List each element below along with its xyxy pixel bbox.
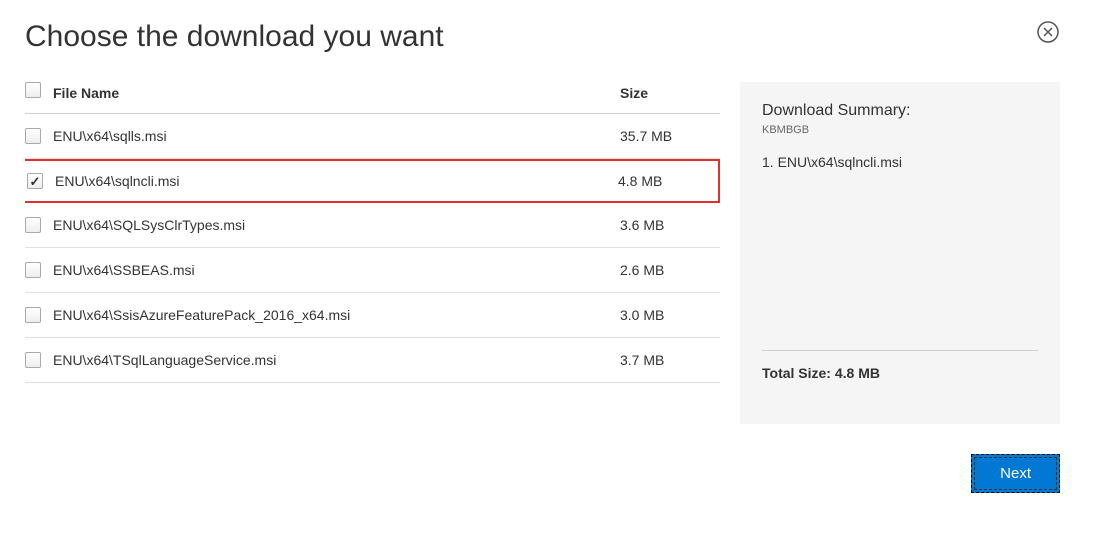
total-size: Total Size: 4.8 MB <box>762 365 1038 381</box>
file-size: 4.8 MB <box>618 173 718 189</box>
close-button[interactable] <box>1036 20 1060 44</box>
next-button[interactable]: Next <box>971 454 1060 493</box>
footer: Next <box>25 454 1060 493</box>
column-header-name: File Name <box>53 85 620 101</box>
table-header: File Name Size <box>25 82 720 114</box>
table-row: ENU\x64\TSqlLanguageService.msi3.7 MB <box>25 338 720 383</box>
select-all-checkbox[interactable] <box>25 82 41 98</box>
checkbox-cell <box>25 128 53 144</box>
close-icon <box>1036 20 1060 44</box>
checkbox-cell <box>25 307 53 323</box>
file-size: 3.0 MB <box>620 307 720 323</box>
outer-scroll-frame[interactable]: Choose the download you want File Name S… <box>0 0 1102 550</box>
file-checkbox[interactable] <box>25 307 41 323</box>
summary-unit: KBMBGB <box>762 124 1038 136</box>
table-row: ENU\x64\sqlls.msi35.7 MB <box>25 114 720 159</box>
table-row: ENU\x64\SQLSysClrTypes.msi3.6 MB <box>25 203 720 248</box>
content-row: File Name Size ENU\x64\sqlls.msi35.7 MBE… <box>25 82 1060 424</box>
file-name: ENU\x64\SSBEAS.msi <box>53 262 620 278</box>
file-name: ENU\x64\TSqlLanguageService.msi <box>53 352 620 368</box>
download-chooser-modal: Choose the download you want File Name S… <box>0 0 1085 533</box>
file-checkbox[interactable] <box>25 352 41 368</box>
table-row: ENU\x64\SSBEAS.msi2.6 MB <box>25 248 720 293</box>
page-title: Choose the download you want <box>25 20 1060 54</box>
file-name: ENU\x64\SQLSysClrTypes.msi <box>53 217 620 233</box>
file-name: ENU\x64\sqlls.msi <box>53 128 620 144</box>
file-size: 2.6 MB <box>620 262 720 278</box>
file-size: 3.6 MB <box>620 217 720 233</box>
file-checkbox[interactable] <box>25 262 41 278</box>
checkbox-cell <box>25 352 53 368</box>
summary-list: 1. ENU\x64\sqlncli.msi <box>762 154 1038 170</box>
table-row: ENU\x64\sqlncli.msi4.8 MB <box>25 159 720 203</box>
file-name: ENU\x64\SsisAzureFeaturePack_2016_x64.ms… <box>53 307 620 323</box>
column-header-size: Size <box>620 85 720 101</box>
total-label: Total Size: <box>762 365 831 381</box>
file-size: 3.7 MB <box>620 352 720 368</box>
checkbox-cell <box>25 262 53 278</box>
file-size: 35.7 MB <box>620 128 720 144</box>
file-checkbox[interactable] <box>27 173 43 189</box>
total-value: 4.8 MB <box>835 365 880 381</box>
file-checkbox[interactable] <box>25 217 41 233</box>
checkbox-cell <box>27 173 55 189</box>
summary-title: Download Summary: <box>762 102 1038 120</box>
file-checkbox[interactable] <box>25 128 41 144</box>
checkbox-cell <box>25 217 53 233</box>
divider <box>762 350 1038 351</box>
summary-item: 1. ENU\x64\sqlncli.msi <box>762 154 1038 170</box>
file-list-scroll[interactable]: ENU\x64\sqlls.msi35.7 MBENU\x64\sqlncli.… <box>25 114 720 424</box>
summary-panel: Download Summary: KBMBGB 1. ENU\x64\sqln… <box>740 82 1060 424</box>
file-name: ENU\x64\sqlncli.msi <box>55 173 618 189</box>
table-row: ENU\x64\SsisAzureFeaturePack_2016_x64.ms… <box>25 293 720 338</box>
file-list-section: File Name Size ENU\x64\sqlls.msi35.7 MBE… <box>25 82 720 424</box>
select-all-cell <box>25 82 53 103</box>
